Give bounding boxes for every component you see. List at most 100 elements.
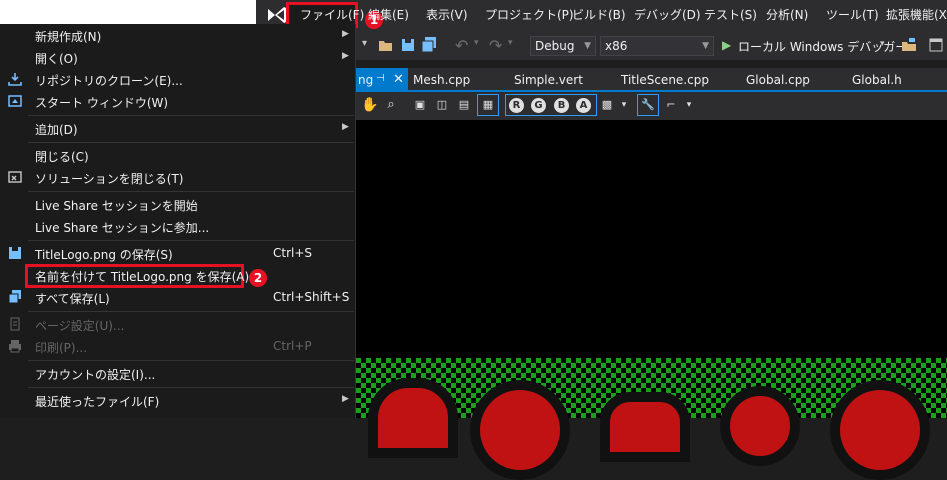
menu-item-shortcut: Ctrl+P [273, 339, 312, 353]
submenu-arrow-icon: ▶ [342, 394, 349, 404]
menu-item-label: 名前を付けて TitleLogo.png を保存(A)... [35, 270, 261, 284]
menu-view[interactable]: 表示(V) [426, 7, 468, 23]
platform-select[interactable]: x86 ▼ [600, 36, 714, 56]
chevron-down-icon[interactable]: ▾ [615, 96, 633, 114]
clone-download-icon [8, 73, 22, 86]
desktop-background [0, 0, 256, 24]
actual-size-icon[interactable]: ▤ [455, 96, 473, 114]
redo-icon[interactable]: ↷ [489, 36, 502, 55]
menu-item-shortcut: Ctrl+S [273, 246, 313, 260]
menu-separator [28, 142, 354, 143]
submenu-arrow-icon: ▶ [342, 122, 349, 132]
menu-item-label: Live Share セッションに参加... [35, 221, 210, 235]
red-channel-button[interactable]: R [509, 98, 524, 113]
menu-separator [28, 311, 354, 312]
tab-global-h[interactable]: Global.h [852, 73, 902, 87]
menu-item-save[interactable]: TitleLogo.png の保存(S) Ctrl+S [0, 243, 355, 265]
folder-view-icon[interactable] [901, 37, 917, 53]
save-all-icon[interactable] [420, 36, 438, 54]
redo-dropdown-icon[interactable]: ▾ [508, 38, 513, 48]
open-folder-icon[interactable] [378, 37, 394, 53]
chevron-down-icon: ▼ [702, 41, 709, 51]
zoom-icon[interactable]: ⌕ [382, 96, 400, 114]
menu-item-label: ソリューションを閉じる(T) [35, 172, 184, 186]
menu-item-start-window[interactable]: スタート ウィンドウ(W) [0, 91, 355, 113]
save-all-icon [8, 290, 21, 304]
menu-item-recent-files[interactable]: 最近使ったファイル(F) ▶ [0, 390, 355, 412]
menu-item-label: 最近使ったファイル(F) [35, 395, 160, 409]
menu-item-save-all[interactable]: すべて保存(L) Ctrl+Shift+S [0, 287, 355, 309]
blue-channel-button[interactable]: B [554, 98, 569, 113]
menu-test[interactable]: テスト(S) [704, 7, 757, 23]
green-channel-button[interactable]: G [531, 98, 546, 113]
background-checker-icon[interactable]: ▩ [598, 96, 616, 114]
menu-edit[interactable]: 編集(E) [368, 7, 409, 23]
logo-fragment [600, 392, 690, 462]
advanced-icon[interactable]: ⌐ [662, 96, 680, 114]
menu-item-label: 追加(D) [35, 123, 78, 137]
menu-item-new[interactable]: 新規作成(N) ▶ [0, 25, 355, 47]
active-tab-label: ng [358, 73, 374, 87]
page-setup-icon [10, 317, 20, 331]
start-window-icon [8, 95, 22, 107]
dropdown-arrow-icon[interactable]: ▾ [362, 38, 367, 49]
close-solution-icon [8, 171, 22, 183]
menu-item-close[interactable]: 閉じる(C) [0, 145, 355, 167]
menu-item-account-settings[interactable]: アカウントの設定(I)... [0, 363, 355, 385]
menu-analyze[interactable]: 分析(N) [766, 7, 808, 23]
menu-item-label: 閉じる(C) [35, 150, 89, 164]
wrench-icon: 🔧 [641, 98, 655, 111]
pan-hand-icon[interactable]: ✋ [361, 96, 379, 114]
menu-item-label: アカウントの設定(I)... [35, 368, 156, 382]
alpha-channel-button[interactable]: A [576, 98, 591, 113]
chevron-down-icon[interactable]: ▾ [680, 96, 698, 114]
undo-dropdown-icon[interactable]: ▾ [474, 38, 479, 48]
menu-item-liveshare-join[interactable]: Live Share セッションに参加... [0, 216, 355, 238]
pin-icon[interactable]: ⊣ [376, 73, 385, 84]
tab-global-cpp[interactable]: Global.cpp [746, 73, 810, 87]
window-icon[interactable] [928, 37, 944, 53]
menu-debug[interactable]: デバッグ(D) [634, 7, 701, 23]
menu-item-shortcut: Ctrl+Shift+S [273, 290, 350, 304]
submenu-arrow-icon: ▶ [342, 51, 349, 61]
menu-item-label: TitleLogo.png の保存(S) [35, 248, 173, 262]
step-badge-2: 2 [249, 269, 267, 287]
menu-item-save-as[interactable]: 名前を付けて TitleLogo.png を保存(A)... [0, 265, 355, 287]
menu-item-label: ページ設定(U)... [35, 319, 125, 333]
menu-separator [28, 387, 354, 388]
submenu-arrow-icon: ▶ [342, 29, 349, 39]
configuration-value: Debug [535, 39, 575, 53]
debugger-dropdown-icon[interactable]: ▾ [880, 39, 885, 49]
save-icon[interactable] [400, 37, 416, 53]
menu-tools[interactable]: ツール(T) [826, 7, 879, 23]
frame-icon[interactable]: ▣ [411, 96, 429, 114]
menu-item-open[interactable]: 開く(O) ▶ [0, 47, 355, 69]
zoom-fit-icon[interactable]: ◫ [433, 96, 451, 114]
configuration-select[interactable]: Debug ▼ [530, 36, 596, 56]
close-tab-icon[interactable]: ✕ [393, 72, 404, 87]
menu-item-liveshare-start[interactable]: Live Share セッションを開始 [0, 194, 355, 216]
menu-item-add[interactable]: 追加(D) ▶ [0, 118, 355, 140]
menu-item-label: すべて保存(L) [35, 292, 110, 306]
menu-build[interactable]: ビルド(B) [572, 7, 626, 23]
menu-item-label: リポジトリのクローン(E)... [35, 74, 183, 88]
menu-item-label: 開く(O) [35, 52, 78, 66]
tab-mesh-cpp[interactable]: Mesh.cpp [413, 73, 470, 87]
chevron-down-icon: ▼ [584, 41, 591, 51]
tab-titlescene-cpp[interactable]: TitleScene.cpp [621, 73, 709, 87]
menu-item-label: スタート ウィンドウ(W) [35, 96, 169, 110]
undo-icon[interactable]: ↶ [455, 36, 468, 55]
menu-item-label: 新規作成(N) [35, 30, 102, 44]
logo-fragment [830, 380, 930, 480]
menu-item-close-solution[interactable]: ソリューションを閉じる(T) [0, 167, 355, 189]
menu-separator [28, 240, 354, 241]
menu-item-clone-repository[interactable]: リポジトリのクローン(E)... [0, 69, 355, 91]
platform-value: x86 [605, 39, 628, 53]
play-icon[interactable]: ▶ [722, 38, 731, 52]
menu-item-print: 印刷(P)... Ctrl+P [0, 336, 355, 358]
menu-project[interactable]: プロジェクト(P) [485, 7, 574, 23]
menu-file[interactable]: ファイル(F) [300, 7, 364, 23]
tab-simple-vert[interactable]: Simple.vert [514, 73, 583, 87]
print-icon [9, 340, 21, 353]
menu-extensions[interactable]: 拡張機能(X) [886, 7, 947, 23]
